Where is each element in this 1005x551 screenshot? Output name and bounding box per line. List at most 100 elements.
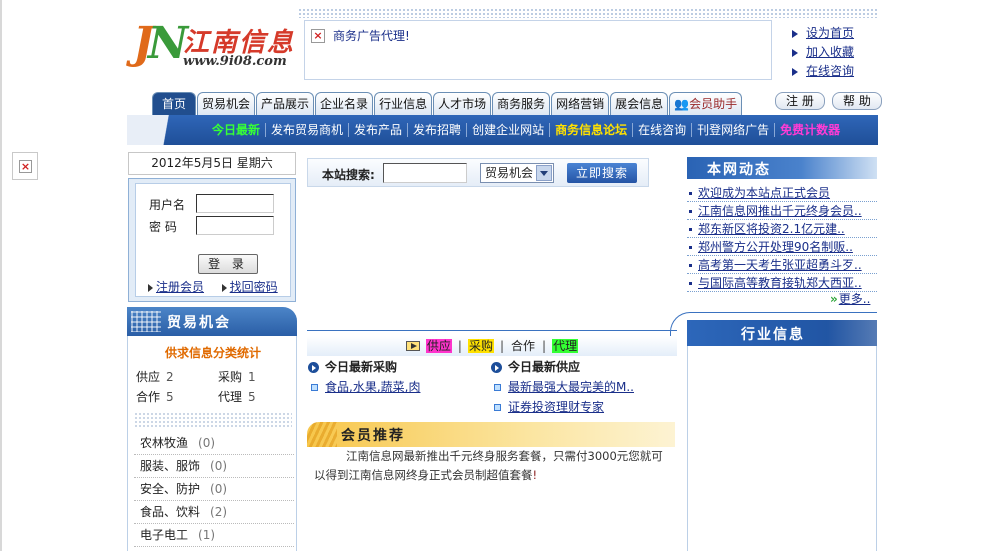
category-count: (0) <box>198 436 216 450</box>
industry-info-title: 行业信息 <box>741 327 805 343</box>
username-label: 用户名 <box>149 198 186 212</box>
stat-supply[interactable]: 供应 2 <box>136 368 174 385</box>
bullet-icon <box>689 228 692 231</box>
stat-purchase[interactable]: 采购 1 <box>218 368 256 385</box>
login-button[interactable]: 登 录 <box>198 254 258 274</box>
tab-home[interactable]: 首页 <box>152 92 197 115</box>
legend-agent[interactable]: 代理 <box>552 339 579 353</box>
date-display: 2012年5月5日 星期六 <box>128 152 296 175</box>
trade-section-title: 贸易机会 <box>167 315 231 331</box>
stat-label: 代理 <box>218 390 243 404</box>
news-link[interactable]: 与国际高等教育接轨郑大西亚.. <box>698 276 862 290</box>
category-name: 安全、防护 <box>140 482 201 496</box>
category-name: 服装、服饰 <box>140 459 201 473</box>
trade-type-legend: 供应 | 采购 | 合作 | 代理 <box>307 336 677 356</box>
purchase-link[interactable]: 食品,水果,蔬菜,肉 <box>325 380 420 394</box>
nav-advertise[interactable]: 刊登网络广告 <box>692 123 776 137</box>
double-chevron-right-icon: » <box>830 292 838 306</box>
stripe-decoration <box>307 422 337 447</box>
search-button[interactable]: 立即搜索 <box>567 163 637 183</box>
category-count: (1) <box>198 528 216 542</box>
quick-link-label[interactable]: 在线咨询 <box>806 64 854 78</box>
stat-agent[interactable]: 代理 5 <box>218 388 256 405</box>
list-item[interactable]: 安全、防护 (0) <box>134 478 294 501</box>
legend-purchase[interactable]: 采购 <box>467 339 494 353</box>
arrow-right-icon <box>792 29 798 38</box>
list-item[interactable]: 电子电工 (1) <box>134 524 294 547</box>
floating-broken-image[interactable]: × <box>12 152 38 180</box>
nav-forum[interactable]: 商务信息论坛 <box>550 123 634 137</box>
register-link[interactable]: 注册会员 <box>156 280 204 294</box>
list-item[interactable]: 高考第一天考生张亚超勇斗歹.. <box>687 256 877 274</box>
middle-divider <box>307 327 687 335</box>
stat-count: 1 <box>248 370 256 384</box>
trade-section-body: 供求信息分类统计 供应 2 采购 1 合作 5 代理 5 农林牧渔 (0) 服装、服饰 (0… <box>127 336 297 551</box>
more-label[interactable]: 更多.. <box>839 292 871 306</box>
tab-marketing[interactable]: 网络营销 <box>551 92 610 115</box>
triangle-right-icon <box>221 283 227 292</box>
supply-link[interactable]: 证券投资理财专家 <box>508 400 604 414</box>
tab-services[interactable]: 商务服务 <box>492 92 551 115</box>
username-input[interactable] <box>196 194 274 213</box>
square-bullet-icon <box>494 384 501 391</box>
play-circle-icon <box>491 362 502 373</box>
list-item[interactable]: 食品,水果,蔬菜,肉 <box>308 378 488 396</box>
industry-info-header: 行业信息 <box>687 320 877 346</box>
search-category-select[interactable]: 贸易机会 <box>480 163 554 183</box>
tab-products[interactable]: 产品展示 <box>256 92 315 115</box>
list-item[interactable]: 郑东新区将投资2.1亿元建.. <box>687 220 877 238</box>
ad-banner[interactable]: × 商务广告代理! <box>304 20 772 80</box>
tab-directory[interactable]: 企业名录 <box>315 92 374 115</box>
news-link[interactable]: 郑东新区将投资2.1亿元建.. <box>698 222 845 236</box>
section-rule <box>705 312 877 313</box>
tab-talent[interactable]: 人才市场 <box>433 92 492 115</box>
list-item[interactable]: 证券投资理财专家 <box>491 398 677 416</box>
site-logo[interactable]: JN 江南信息 www.9i08.com <box>131 16 296 78</box>
legend-supply[interactable]: 供应 <box>425 339 452 353</box>
nav-today-latest[interactable]: 今日最新 <box>207 123 267 137</box>
nav-consult[interactable]: 在线咨询 <box>633 123 693 137</box>
site-news-list: 欢迎成为本站点正式会员 江南信息网推出千元终身会员.. 郑东新区将投资2.1亿元… <box>687 184 877 292</box>
quick-link-consult[interactable]: 在线咨询 <box>792 62 854 81</box>
news-link[interactable]: 高考第一天考生张亚超勇斗歹.. <box>698 258 862 272</box>
quick-link-favorite[interactable]: 加入收藏 <box>792 43 854 62</box>
nav-counter[interactable]: 免费计数器 <box>775 123 845 137</box>
stat-cooperate[interactable]: 合作 5 <box>136 388 174 405</box>
tab-exhibition[interactable]: 展会信息 <box>610 92 669 115</box>
news-more-link[interactable]: »更多.. <box>830 290 870 307</box>
list-item[interactable]: 江南信息网推出千元终身会员.. <box>687 202 877 220</box>
list-item[interactable]: 欢迎成为本站点正式会员 <box>687 184 877 202</box>
list-item[interactable]: 服装、服饰 (0) <box>134 455 294 478</box>
search-input[interactable] <box>383 163 467 183</box>
list-item[interactable]: 郑州警方公开处理90名制贩.. <box>687 238 877 256</box>
nav-post-product[interactable]: 发布产品 <box>349 123 409 137</box>
nav-post-job[interactable]: 发布招聘 <box>408 123 468 137</box>
list-item[interactable]: 农林牧渔 (0) <box>134 432 294 455</box>
latest-purchase-header: 今日最新采购 <box>308 358 488 376</box>
legend-cooperate[interactable]: 合作 <box>510 339 536 353</box>
category-count: (0) <box>210 482 228 496</box>
recover-password-link[interactable]: 找回密码 <box>230 280 278 294</box>
tab-trade[interactable]: 贸易机会 <box>197 92 256 115</box>
nav-post-trade[interactable]: 发布贸易商机 <box>266 123 350 137</box>
search-category-value: 贸易机会 <box>485 166 534 180</box>
legend-separator: | <box>542 339 547 353</box>
register-button[interactable]: 注 册 <box>775 92 825 110</box>
help-button[interactable]: 帮 助 <box>832 92 882 110</box>
ad-text[interactable]: 商务广告代理! <box>333 27 410 44</box>
quick-link-label[interactable]: 设为首页 <box>806 26 854 40</box>
list-item[interactable]: 食品、饮料 (2) <box>134 501 294 524</box>
supply-link[interactable]: 最新最强大最完美的M.. <box>508 380 634 394</box>
quick-link-homepage[interactable]: 设为首页 <box>792 24 854 43</box>
nav-create-site[interactable]: 创建企业网站 <box>467 123 551 137</box>
member-recommend-text[interactable]: 江南信息网最新推出千元终身服务套餐，只需付3000元您就可以得到江南信息网终身正… <box>314 447 670 485</box>
tab-member-helper[interactable]: 👥会员助手 <box>669 92 743 115</box>
news-link[interactable]: 江南信息网推出千元终身会员.. <box>698 204 862 218</box>
list-item[interactable]: 最新最强大最完美的M.. <box>491 378 677 396</box>
password-input[interactable] <box>196 216 274 235</box>
stat-count: 5 <box>248 390 256 404</box>
news-link[interactable]: 欢迎成为本站点正式会员 <box>698 186 830 200</box>
tab-industry[interactable]: 行业信息 <box>374 92 433 115</box>
quick-link-label[interactable]: 加入收藏 <box>806 45 854 59</box>
news-link[interactable]: 郑州警方公开处理90名制贩.. <box>698 240 853 254</box>
